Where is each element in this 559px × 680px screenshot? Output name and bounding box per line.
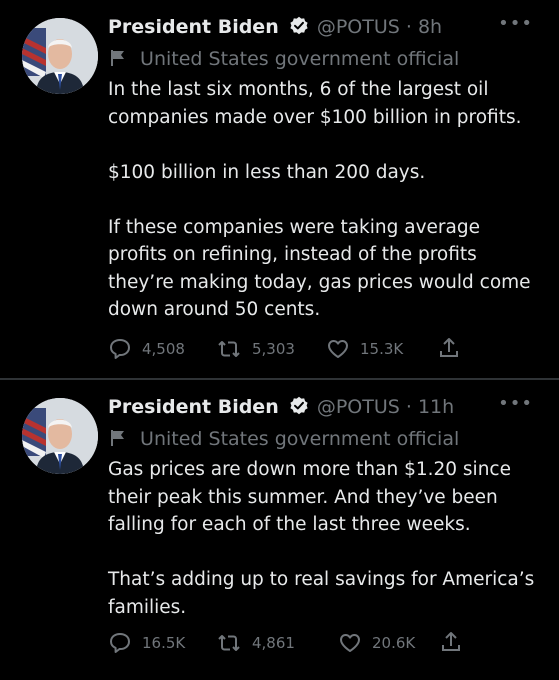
reply-button[interactable]: 16.5K xyxy=(108,630,185,656)
retweet-button[interactable]: 5,303 xyxy=(216,336,295,362)
government-label: United States government official xyxy=(110,426,459,454)
tweet-timestamp[interactable]: 11h xyxy=(418,396,454,418)
reply-count: 16.5K xyxy=(142,634,186,652)
avatar[interactable] xyxy=(22,18,98,94)
avatar-portrait-icon xyxy=(22,398,98,474)
retweet-icon xyxy=(218,341,240,357)
separator-dot: · xyxy=(405,16,412,38)
author-name[interactable]: President Biden xyxy=(108,16,279,38)
like-button[interactable]: 15.3K xyxy=(326,336,403,362)
government-label: United States government official xyxy=(110,46,459,74)
avatar[interactable] xyxy=(22,398,98,474)
verified-badge-icon xyxy=(289,396,309,423)
tweet-paragraph: In the last six months, 6 of the largest… xyxy=(108,79,522,128)
tweet-header: President Biden @POTUS · 8h xyxy=(108,14,442,43)
retweet-count: 4,861 xyxy=(252,634,295,652)
more-options-icon[interactable]: ••• xyxy=(498,14,533,34)
heart-icon xyxy=(340,634,360,652)
flag-icon xyxy=(110,48,126,74)
share-button[interactable] xyxy=(438,336,470,360)
share-icon xyxy=(442,632,460,651)
author-handle[interactable]: @POTUS xyxy=(317,16,400,38)
reply-count: 4,508 xyxy=(142,340,185,358)
separator-dot: · xyxy=(405,396,412,418)
action-bar: 16.5K 4,861 20.6K xyxy=(108,630,468,656)
tweet-paragraph: That’s adding up to real savings for Ame… xyxy=(108,569,535,618)
tweet-paragraph: $100 billion in less than 200 days. xyxy=(108,161,426,183)
retweet-button[interactable]: 4,861 xyxy=(216,630,295,656)
government-label-text: United States government official xyxy=(140,428,460,450)
like-button[interactable]: 20.6K xyxy=(338,630,415,656)
tweet-text: In the last six months, 6 of the largest… xyxy=(108,76,543,324)
retweet-icon xyxy=(218,635,240,651)
tweet[interactable]: President Biden @POTUS · 11h ••• United … xyxy=(0,380,559,680)
author-name[interactable]: President Biden xyxy=(108,396,279,418)
share-icon xyxy=(440,338,458,357)
avatar-portrait-icon xyxy=(22,18,98,94)
tweet-header: President Biden @POTUS · 11h xyxy=(108,394,454,423)
tweet-paragraph: Gas prices are down more than $1.20 sinc… xyxy=(108,459,511,535)
author-handle[interactable]: @POTUS xyxy=(317,396,400,418)
share-button[interactable] xyxy=(440,630,472,654)
like-count: 20.6K xyxy=(372,634,416,652)
heart-icon xyxy=(328,340,348,358)
tweet-timestamp[interactable]: 8h xyxy=(418,16,442,38)
like-count: 15.3K xyxy=(360,340,404,358)
action-bar: 4,508 5,303 15.3K xyxy=(108,336,468,362)
government-label-text: United States government official xyxy=(140,48,460,70)
tweet[interactable]: President Biden @POTUS · 8h ••• United S… xyxy=(0,0,559,378)
retweet-count: 5,303 xyxy=(252,340,295,358)
flag-icon xyxy=(110,428,126,454)
more-options-icon[interactable]: ••• xyxy=(498,394,533,414)
reply-button[interactable]: 4,508 xyxy=(108,336,185,362)
tweet-paragraph: If these companies were taking average p… xyxy=(108,216,531,321)
reply-icon xyxy=(110,633,130,653)
tweet-text: Gas prices are down more than $1.20 sinc… xyxy=(108,456,543,621)
verified-badge-icon xyxy=(289,16,309,43)
reply-icon xyxy=(110,339,130,359)
